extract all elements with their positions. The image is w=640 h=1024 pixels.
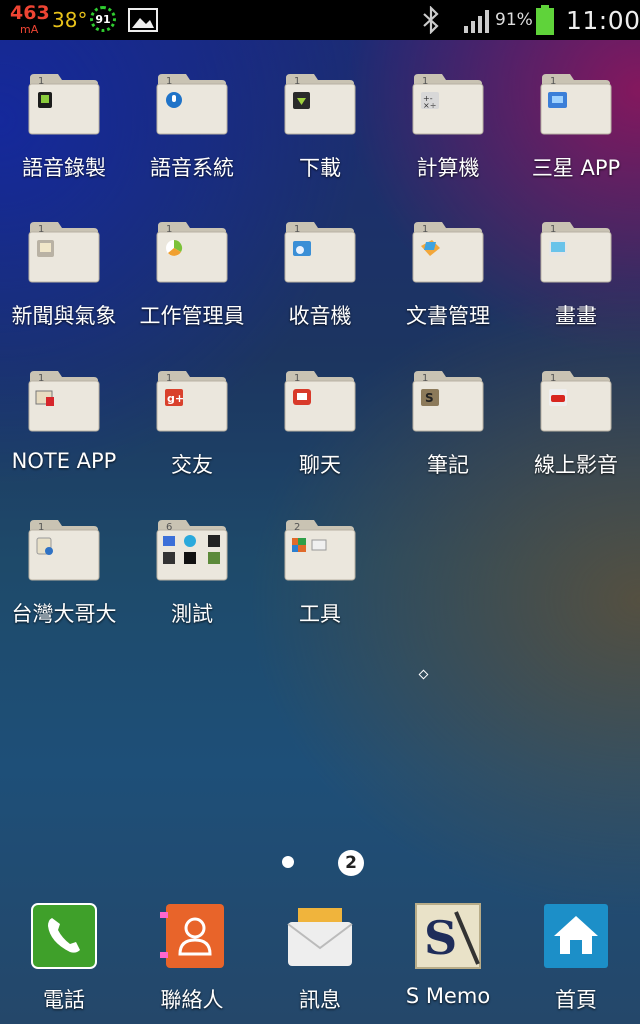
folder-label: NOTE APP [11,449,117,473]
folder-count: 2 [294,522,300,533]
folder-count: 1 [550,224,556,235]
folder-label: 工作管理員 [139,304,245,328]
battery-icon [536,5,554,35]
taiwan-mobile-icon: 1 [28,520,100,581]
folder-count: 1 [294,224,300,235]
svg-text:g+: g+ [167,392,184,405]
folder-count: 1 [38,76,44,87]
voice-recorder-icon: 1 [28,74,100,135]
calculator-icon: 1 +-×÷ [412,74,484,135]
news-weather-icon: 1 [28,222,100,283]
documents-icon: 1 [412,222,484,283]
current-unit: mA [20,23,39,36]
folder-count: 1 [422,224,428,235]
task-manager-icon: 1 [156,222,228,283]
folder-label: 筆記 [427,453,469,477]
folder-label: 工具 [299,602,341,626]
dock-label: 首頁 [555,988,597,1012]
folder-label: 聊天 [299,453,341,477]
folder-count: 1 [550,373,556,384]
folder-count: 1 [422,373,428,384]
folder-label: 畫畫 [555,304,597,328]
folder-label: 線上影音 [534,453,618,477]
s-memo-icon: S [415,903,481,969]
folder-label: 測試 [171,602,213,626]
dock-label: 訊息 [299,988,341,1012]
folder-count: 1 [294,76,300,87]
svg-text:×÷: ×÷ [423,101,436,110]
status-bar: 463 mA 38° 91 91% 11:00 [0,0,640,40]
radio-icon: 1 [284,222,356,283]
folder-label: 台灣大哥大 [11,602,117,626]
test-apps-icon: 6 [156,520,228,581]
samsung-apps-icon: 1 [540,74,612,135]
folder-count: 1 [166,224,172,235]
s-note-icon: 1 S [412,371,484,432]
dock-label: 電話 [43,988,85,1012]
battery-circle-icon: 91 [90,6,116,32]
folder-label: 收音機 [288,304,352,328]
folder-count: 1 [166,373,172,384]
current-readout: 463 [10,2,50,24]
microphone-icon: 1 [156,74,228,135]
temperature-readout: 38° [52,8,88,32]
folder-count: 1 [422,76,428,87]
contacts-icon [160,904,224,968]
folder-count: 1 [294,373,300,384]
folder-label: 三星 APP [531,156,621,180]
folder-label: 語音錄製 [22,156,106,180]
google-plus-icon: 1 g+ [156,371,228,432]
folder-count: 1 [38,522,44,533]
wallpaper-dot [418,669,429,680]
folder-label: 交友 [171,453,213,477]
folder-count: 1 [550,76,556,87]
note-app-icon: 1 [28,371,100,432]
tools-icon: 2 [284,520,356,581]
folder-label: 計算機 [416,156,480,180]
page-indicator-current[interactable]: 2 [338,850,364,876]
chat-icon: 1 [284,371,356,432]
messages-icon [287,908,353,966]
folder-label: 下載 [299,156,341,180]
folder-label: 文書管理 [406,304,490,328]
home-icon [544,904,608,968]
folder-count: 1 [38,224,44,235]
folder-count: 6 [166,522,172,533]
battery-percent: 91% [495,10,533,30]
folder-label: 語音系統 [150,156,234,180]
gallery-notification-icon [128,8,158,32]
folder-count: 1 [166,76,172,87]
signal-strength-icon [464,10,489,33]
svg-text:S: S [425,391,434,405]
dock-label: 聯絡人 [160,988,224,1012]
youtube-icon: 1 [540,371,612,432]
clock: 11:00 [566,6,640,35]
folder-count: 1 [38,373,44,384]
svg-text:S: S [424,911,457,965]
paint-icon: 1 [540,222,612,283]
bluetooth-icon [423,6,439,34]
folder-label: 新聞與氣象 [11,304,117,328]
dock-label: S Memo [405,984,491,1008]
phone-icon [31,903,97,969]
download-icon: 1 [284,74,356,135]
page-indicator-dot[interactable] [282,856,294,868]
